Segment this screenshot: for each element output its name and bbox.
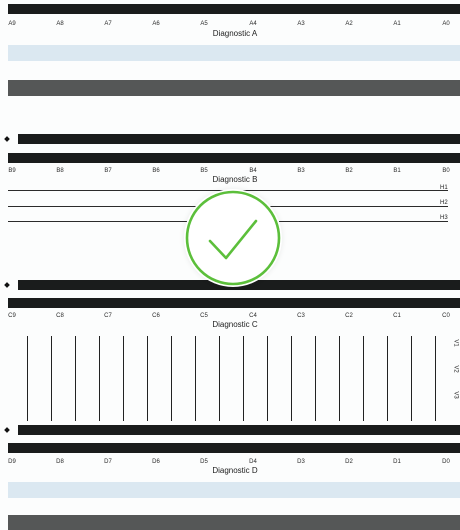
black-bar-c2 [8,298,460,308]
black-bar-d1 [18,425,460,435]
tick-label: B1 [393,168,401,174]
black-bar-top [8,4,460,14]
line-label-v2: V2 [452,365,459,373]
tick-label: D1 [393,459,401,465]
tick-label: B8 [56,168,64,174]
vertical-line [267,336,268,421]
diamond-marker [4,427,10,433]
tick-label: B3 [297,168,305,174]
tick-label: B5 [200,168,208,174]
vertical-line [411,336,412,421]
vertical-line [363,336,364,421]
gray-bar-a [8,80,460,96]
tick-label: D6 [152,459,160,465]
black-bar-b1 [18,134,460,144]
black-bar-d2 [8,443,460,453]
tick-label: D3 [297,459,305,465]
vertical-line [219,336,220,421]
vertical-line [291,336,292,421]
tick-label: D0 [442,459,450,465]
vertical-line [75,336,76,421]
tick-label: A0 [442,21,450,27]
tick-label: C5 [200,313,208,319]
gray-bar-d [8,515,460,530]
tick-label: B2 [345,168,353,174]
tick-label: A2 [345,21,353,27]
section-title-a: Diagnostic A [212,29,258,38]
tick-label: A9 [8,21,16,27]
tick-label: D7 [104,459,112,465]
tick-label: B7 [104,168,112,174]
vertical-line [147,336,148,421]
vertical-line [171,336,172,421]
section-title-b: Diagnostic B [212,175,258,184]
tick-label: C9 [8,313,16,319]
vertical-line [435,336,436,421]
vertical-line [315,336,316,421]
tick-label: B4 [249,168,257,174]
line-label-v1: V1 [452,339,459,347]
tick-label: A1 [393,21,401,27]
vertical-line [123,336,124,421]
light-blue-bar-a [8,45,460,61]
diagnostic-print-page: A9 A8 A7 A6 A5 A4 A3 A2 A1 A0 Diagnostic… [0,0,460,530]
tick-label: D8 [56,459,64,465]
vertical-line [339,336,340,421]
tick-label: C8 [56,313,64,319]
line-label-v3: V3 [452,391,459,399]
tick-label: A8 [56,21,64,27]
tick-label: C3 [297,313,305,319]
tick-label: B9 [8,168,16,174]
vertical-line [243,336,244,421]
tick-label: B6 [152,168,160,174]
tick-label: B0 [442,168,450,174]
diamond-marker [4,282,10,288]
vertical-line [99,336,100,421]
vertical-line [27,336,28,421]
tick-label: C1 [393,313,401,319]
tick-label: A7 [104,21,112,27]
tick-label: A6 [152,21,160,27]
vertical-line [195,336,196,421]
tick-label: D5 [200,459,208,465]
tick-label: C6 [152,313,160,319]
tick-label: C7 [104,313,112,319]
diamond-marker [4,136,10,142]
tick-label: C4 [249,313,257,319]
tick-label: D4 [249,459,257,465]
check-badge [184,189,282,287]
check-icon [185,190,281,286]
vertical-line [51,336,52,421]
line-label-h2: H2 [440,200,448,206]
tick-label: C2 [345,313,353,319]
line-label-h3: H3 [440,215,448,221]
section-title-d: Diagnostic D [212,466,258,475]
tick-label: D9 [8,459,16,465]
black-bar-b2 [8,153,460,163]
tick-label: D2 [345,459,353,465]
vertical-line [387,336,388,421]
tick-label: C0 [442,313,450,319]
light-blue-bar-d [8,482,460,498]
line-label-h1: H1 [440,185,448,191]
tick-label: A3 [297,21,305,27]
tick-label: A4 [249,21,257,27]
section-title-c: Diagnostic C [212,320,258,329]
tick-label: A5 [200,21,208,27]
